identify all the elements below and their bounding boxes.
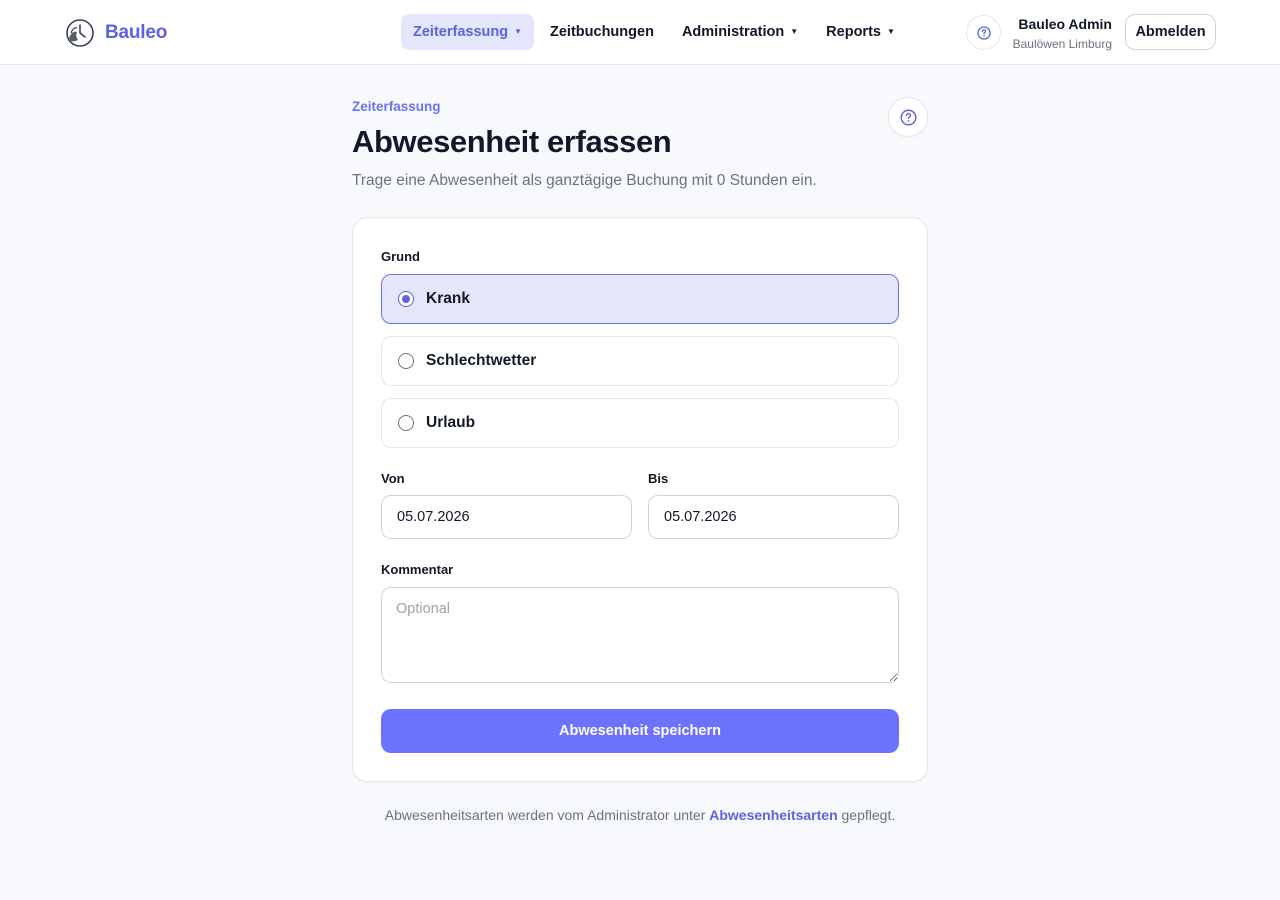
user-name: Bauleo Admin (1018, 16, 1112, 32)
reason-option-schlechtwetter[interactable]: Schlechtwetter (381, 336, 899, 386)
reason-option-krank[interactable]: Krank (381, 274, 899, 324)
from-date-input[interactable] (381, 495, 632, 539)
nav-zeiterfassung[interactable]: Zeiterfassung ▼ (401, 14, 535, 50)
radio-unselected-icon (398, 415, 414, 431)
user-organization: Baulöwen Limburg (1012, 37, 1112, 51)
nav-administration[interactable]: Administration ▼ (670, 14, 810, 50)
breadcrumb: Zeiterfassung (352, 99, 441, 114)
reason-option-label: Schlechtwetter (426, 352, 537, 369)
save-absence-button[interactable]: Abwesenheit speichern (381, 709, 899, 753)
caret-down-icon: ▼ (886, 27, 895, 36)
radio-selected-icon (398, 291, 414, 307)
reason-label: Grund (381, 249, 420, 264)
nav-administration-label: Administration (681, 24, 785, 40)
user-info: Bauleo Admin Baulöwen Limburg (1013, 15, 1112, 53)
caret-down-icon: ▼ (790, 27, 799, 36)
help-button-page[interactable] (888, 97, 928, 137)
to-date-input[interactable] (648, 495, 899, 539)
reason-option-urlaub[interactable]: Urlaub (381, 398, 899, 448)
brand-name: Bauleo (105, 22, 168, 43)
footer-note: Abwesenheitsarten werden vom Administrat… (0, 807, 1280, 823)
footer-text-after: gepflegt. (837, 807, 896, 823)
absence-types-link[interactable]: Abwesenheitsarten (709, 807, 837, 823)
reason-option-label: Urlaub (426, 414, 476, 431)
comment-label: Kommentar (381, 562, 454, 577)
caret-down-icon: ▼ (514, 27, 523, 36)
nav-reports[interactable]: Reports ▼ (814, 14, 907, 50)
question-circle-icon (899, 108, 917, 126)
from-label: Von (381, 471, 405, 486)
brand-link[interactable]: Bauleo (65, 17, 167, 49)
to-label: Bis (648, 471, 669, 486)
page-title: Abwesenheit erfassen (352, 124, 672, 159)
reason-option-label: Krank (426, 290, 470, 307)
question-circle-icon (976, 25, 991, 40)
main-nav: Zeiterfassung ▼ Zeitbuchungen Administra… (401, 14, 907, 50)
nav-zeitbuchungen-label: Zeitbuchungen (550, 24, 654, 40)
lion-logo-icon (66, 19, 94, 47)
nav-reports-label: Reports (826, 24, 881, 40)
page-subtitle: Trage eine Abwesenheit als ganztägige Bu… (352, 172, 817, 189)
top-navbar: Bauleo Zeiterfassung ▼ Zeitbuchungen Adm… (0, 0, 1280, 65)
logout-button[interactable]: Abmelden (1125, 14, 1216, 50)
help-button-header[interactable] (966, 15, 1001, 50)
absence-form-card: Grund Krank Schlechtwetter Urlaub Von Bi… (352, 217, 928, 782)
radio-unselected-icon (398, 353, 414, 369)
nav-zeitbuchungen[interactable]: Zeitbuchungen (538, 14, 666, 50)
footer-text-before: Abwesenheitsarten werden vom Administrat… (384, 807, 710, 823)
nav-zeiterfassung-label: Zeiterfassung (413, 24, 509, 40)
comment-textarea[interactable] (381, 587, 899, 683)
